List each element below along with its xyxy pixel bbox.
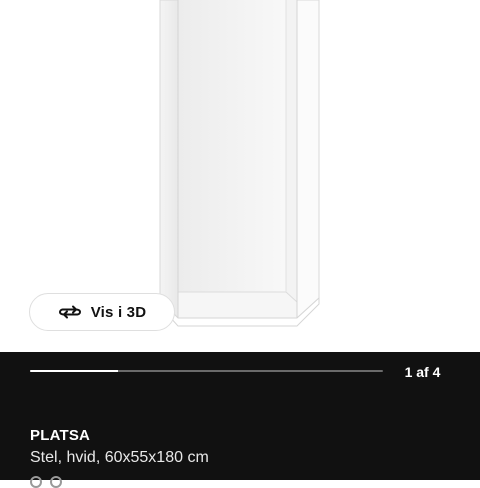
view-in-3d-label: Vis i 3D — [90, 303, 147, 321]
gallery-progress-bar — [30, 370, 383, 372]
product-image-area[interactable]: Vis i 3D — [0, 0, 480, 352]
product-name[interactable]: PLATSA — [30, 427, 90, 444]
rotate-3d-icon — [58, 304, 82, 320]
view-in-3d-button[interactable]: Vis i 3D — [29, 293, 175, 331]
color-swatch[interactable] — [30, 476, 42, 488]
color-swatch[interactable] — [50, 476, 62, 488]
product-description: Stel, hvid, 60x55x180 cm — [30, 449, 209, 466]
color-swatch-row — [30, 476, 62, 488]
gallery-progress-fill — [30, 370, 119, 372]
product-info-panel: 1 af 4 PLATSA Stel, hvid, 60x55x180 cm — [0, 352, 480, 488]
gallery-page-counter: 1 af 4 — [404, 364, 441, 380]
